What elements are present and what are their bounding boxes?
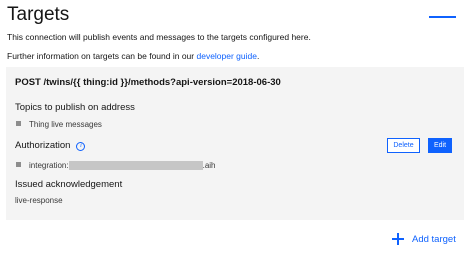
developer-guide-link[interactable]: developer guide — [196, 51, 257, 61]
acknowledgement-heading: Issued acknowledgement — [15, 179, 123, 190]
topics-heading: Topics to publish on address — [15, 102, 135, 113]
delete-button[interactable]: Delete — [387, 138, 420, 153]
further-info-prefix: Further information on targets can be fo… — [7, 51, 197, 61]
topic-item: Thing live messages — [16, 120, 102, 129]
redacted-value — [68, 161, 203, 170]
further-info-text: Further information on targets can be fo… — [7, 51, 259, 61]
acknowledgement-value: live-response — [15, 196, 63, 205]
page-title: Targets — [7, 4, 70, 25]
target-address: POST /twins/{{ thing:id }}/methods?api-v… — [15, 77, 281, 88]
info-icon[interactable]: i — [76, 142, 86, 151]
targets-description: This connection will publish events and … — [7, 32, 311, 42]
further-info-suffix: . — [256, 51, 260, 61]
topic-label: Thing live messages — [29, 120, 102, 129]
target-card: POST /twins/{{ thing:id }}/methods?api-v… — [6, 67, 464, 220]
authorization-heading: Authorization i — [15, 140, 86, 151]
bullet-icon — [16, 162, 21, 167]
authorization-prefix: integration: — [29, 161, 69, 170]
collapse-icon[interactable] — [429, 16, 456, 18]
add-target-label: Add target — [412, 233, 456, 245]
authorization-item: integration: .aih — [16, 161, 216, 170]
plus-icon — [392, 233, 404, 245]
authorization-label: Authorization — [15, 140, 71, 151]
add-target-button[interactable]: Add target — [392, 232, 456, 246]
authorization-suffix: .aih — [202, 161, 216, 170]
edit-button[interactable]: Edit — [428, 138, 452, 153]
bullet-icon — [16, 121, 21, 126]
